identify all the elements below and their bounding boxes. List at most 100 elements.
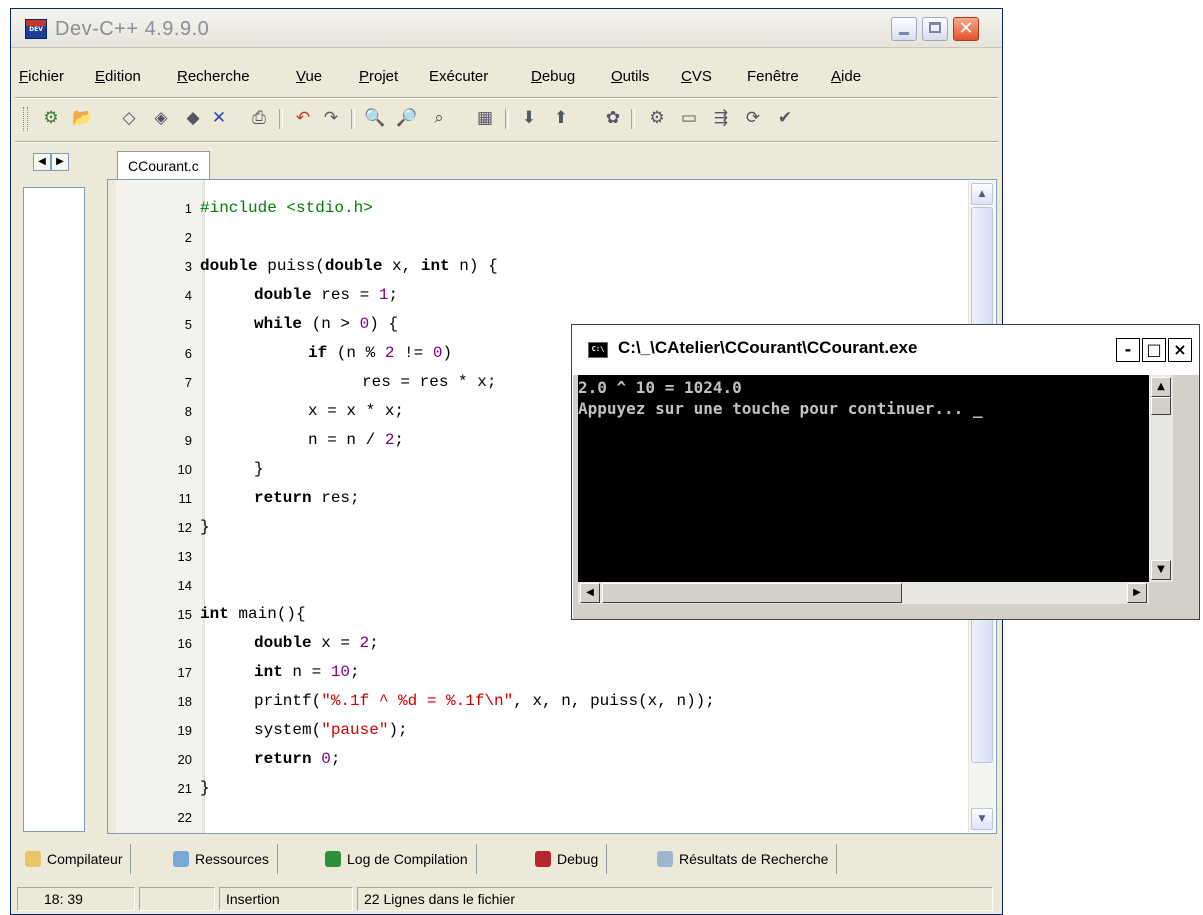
line-number: 5 [184,317,192,332]
find-next-icon[interactable]: ⌕ [427,107,451,129]
keyword: if [308,344,328,362]
keyword: while [254,315,303,333]
tab-ccourant-c[interactable]: CCourant.c [117,151,210,179]
line-number: 6 [184,346,192,361]
debug-icon [535,851,551,867]
run-icon[interactable]: ▭ [677,107,701,129]
code-text: != [394,344,433,362]
scroll-left-icon[interactable]: ◀ [33,153,51,171]
menu-aide[interactable]: Aide [831,65,861,89]
add-to-project-icon[interactable]: ⬇ [517,107,541,129]
console-output-line: 2.0 ^ 10 = 1024.0 [578,378,742,397]
code-text: ; [330,750,341,768]
menu-projet[interactable]: Projet [359,65,398,89]
code-text: n = n / [308,431,385,449]
save-icon[interactable]: ◆ [181,107,205,129]
console-vertical-scrollbar[interactable]: ▲ ▼ [1149,375,1173,582]
scroll-right-icon[interactable]: ▶ [51,153,69,171]
goto-line-icon[interactable]: ▦ [473,107,497,129]
scroll-down-icon[interactable]: ▼ [971,808,993,830]
scroll-right-icon[interactable]: ▶ [1127,583,1147,603]
line-number: 10 [177,462,192,477]
tab-debug[interactable]: Debug [531,844,608,874]
project-tree[interactable] [23,187,85,832]
console-title-bar[interactable]: C:\ C:\_\CAtelier\CCourant\CCourant.exe … [572,325,1199,375]
devcpp-app-icon: DEV [25,19,47,39]
keyword: double [254,286,312,304]
compile-run-icon[interactable]: ⇶ [709,107,733,129]
menu-edition-accel: E [95,68,106,85]
console-close-button[interactable]: × [1168,338,1192,362]
minimize-button[interactable] [891,17,917,41]
project-options-icon[interactable]: ✿ [601,107,625,129]
console-title: C:\_\CAtelier\CCourant\CCourant.exe [618,338,918,357]
tab-compilateur[interactable]: Compilateur [21,844,132,874]
code-text: main(){ [228,605,306,623]
scrollbar-thumb[interactable] [602,583,902,603]
keyword: int [420,257,450,275]
code-text: ) { [369,315,399,333]
replace-icon[interactable]: 🔎 [395,107,419,129]
maximize-button[interactable] [922,17,948,41]
code-text: ; [394,431,405,449]
menu-fichier[interactable]: Fichier [19,65,64,89]
console-output-line: Appuyez sur une touche pour continuer...… [578,399,983,418]
code-text: res = res * x; [362,373,497,391]
open-folder-icon[interactable]: 📂 [71,107,95,129]
menu-edition[interactable]: Edition [95,65,141,89]
menu-executer[interactable]: Exécuter [429,65,488,89]
toolbar: ⚙ 📂 ◇ ◈ ◆ ✕ ⎙ ↶ ↷ 🔍 🔎 ⌕ ▦ ⬇ ⬆ ✿ ⚙ ▭ ⇶ ⟳ … [17,101,996,135]
console-maximize-button[interactable]: □ [1142,338,1166,362]
new-file-icon[interactable]: ◇ [117,107,141,129]
open-file-icon[interactable]: ◈ [149,107,173,129]
edit-mode: Insertion [219,887,353,911]
menu-debug[interactable]: Debug [531,65,575,89]
close-button[interactable]: ✕ [953,17,979,41]
tab-ressources[interactable]: Ressources [169,844,278,874]
menu-projet-accel: P [359,68,370,85]
code-text: x, [382,257,421,275]
title-bar[interactable]: DEV Dev-C++ 4.9.9.0 ✕ [11,9,1002,48]
console-window: C:\ C:\_\CAtelier\CCourant\CCourant.exe … [571,324,1200,620]
remove-from-project-icon[interactable]: ⬆ [549,107,573,129]
code-text: ; [369,634,379,652]
rebuild-all-icon[interactable]: ⟳ [741,107,765,129]
menu-vue[interactable]: Vue [296,65,322,89]
scroll-up-icon[interactable]: ▲ [971,183,993,205]
line-number: 3 [184,259,192,274]
redo-icon[interactable]: ↷ [319,107,343,129]
line-number: 16 [177,636,192,651]
menu-cvs[interactable]: CVS [681,65,712,89]
menu-fenetre[interactable]: Fenêtre [747,65,799,89]
debug-icon[interactable]: ✔ [773,107,797,129]
close-file-icon[interactable]: ✕ [207,107,231,129]
toolbar-grip[interactable] [23,107,28,131]
undo-icon[interactable]: ↶ [291,107,315,129]
menu-projet-label: rojet [369,68,399,85]
tab-label: Ressources [195,851,269,867]
scrollbar-thumb[interactable] [1151,397,1171,415]
scroll-up-icon[interactable]: ▲ [1151,377,1171,397]
status-bar: 18: 39 Insertion 22 Lignes dans le fichi… [17,887,996,913]
new-project-icon[interactable]: ⚙ [39,107,63,129]
line-number: 4 [184,288,192,303]
print-icon[interactable]: ⎙ [247,107,271,129]
console-horizontal-scrollbar[interactable]: ◀ ▶ [578,582,1149,604]
menu-recherche-label: echerche [187,68,250,85]
number-literal: 2 [359,634,370,652]
menu-outils[interactable]: Outils [611,65,649,89]
log-icon [325,851,341,867]
scroll-down-icon[interactable]: ▼ [1151,560,1171,580]
tab-log-de-compilation[interactable]: Log de Compilation [321,844,477,874]
line-number: 22 [177,810,192,825]
code-line: 21} [108,774,996,803]
scroll-left-icon[interactable]: ◀ [580,583,600,603]
tab-resultats-de-recherche[interactable]: Résultats de Recherche [653,844,838,874]
console-minimize-button[interactable]: - [1116,338,1140,362]
search-icon[interactable]: 🔍 [363,107,387,129]
string-literal: "pause" [321,721,389,739]
menu-recherche[interactable]: Recherche [177,65,250,89]
compile-icon[interactable]: ⚙ [645,107,669,129]
code-text: res = [311,286,379,304]
console-output[interactable]: 2.0 ^ 10 = 1024.0 Appuyez sur une touche … [578,375,1149,584]
